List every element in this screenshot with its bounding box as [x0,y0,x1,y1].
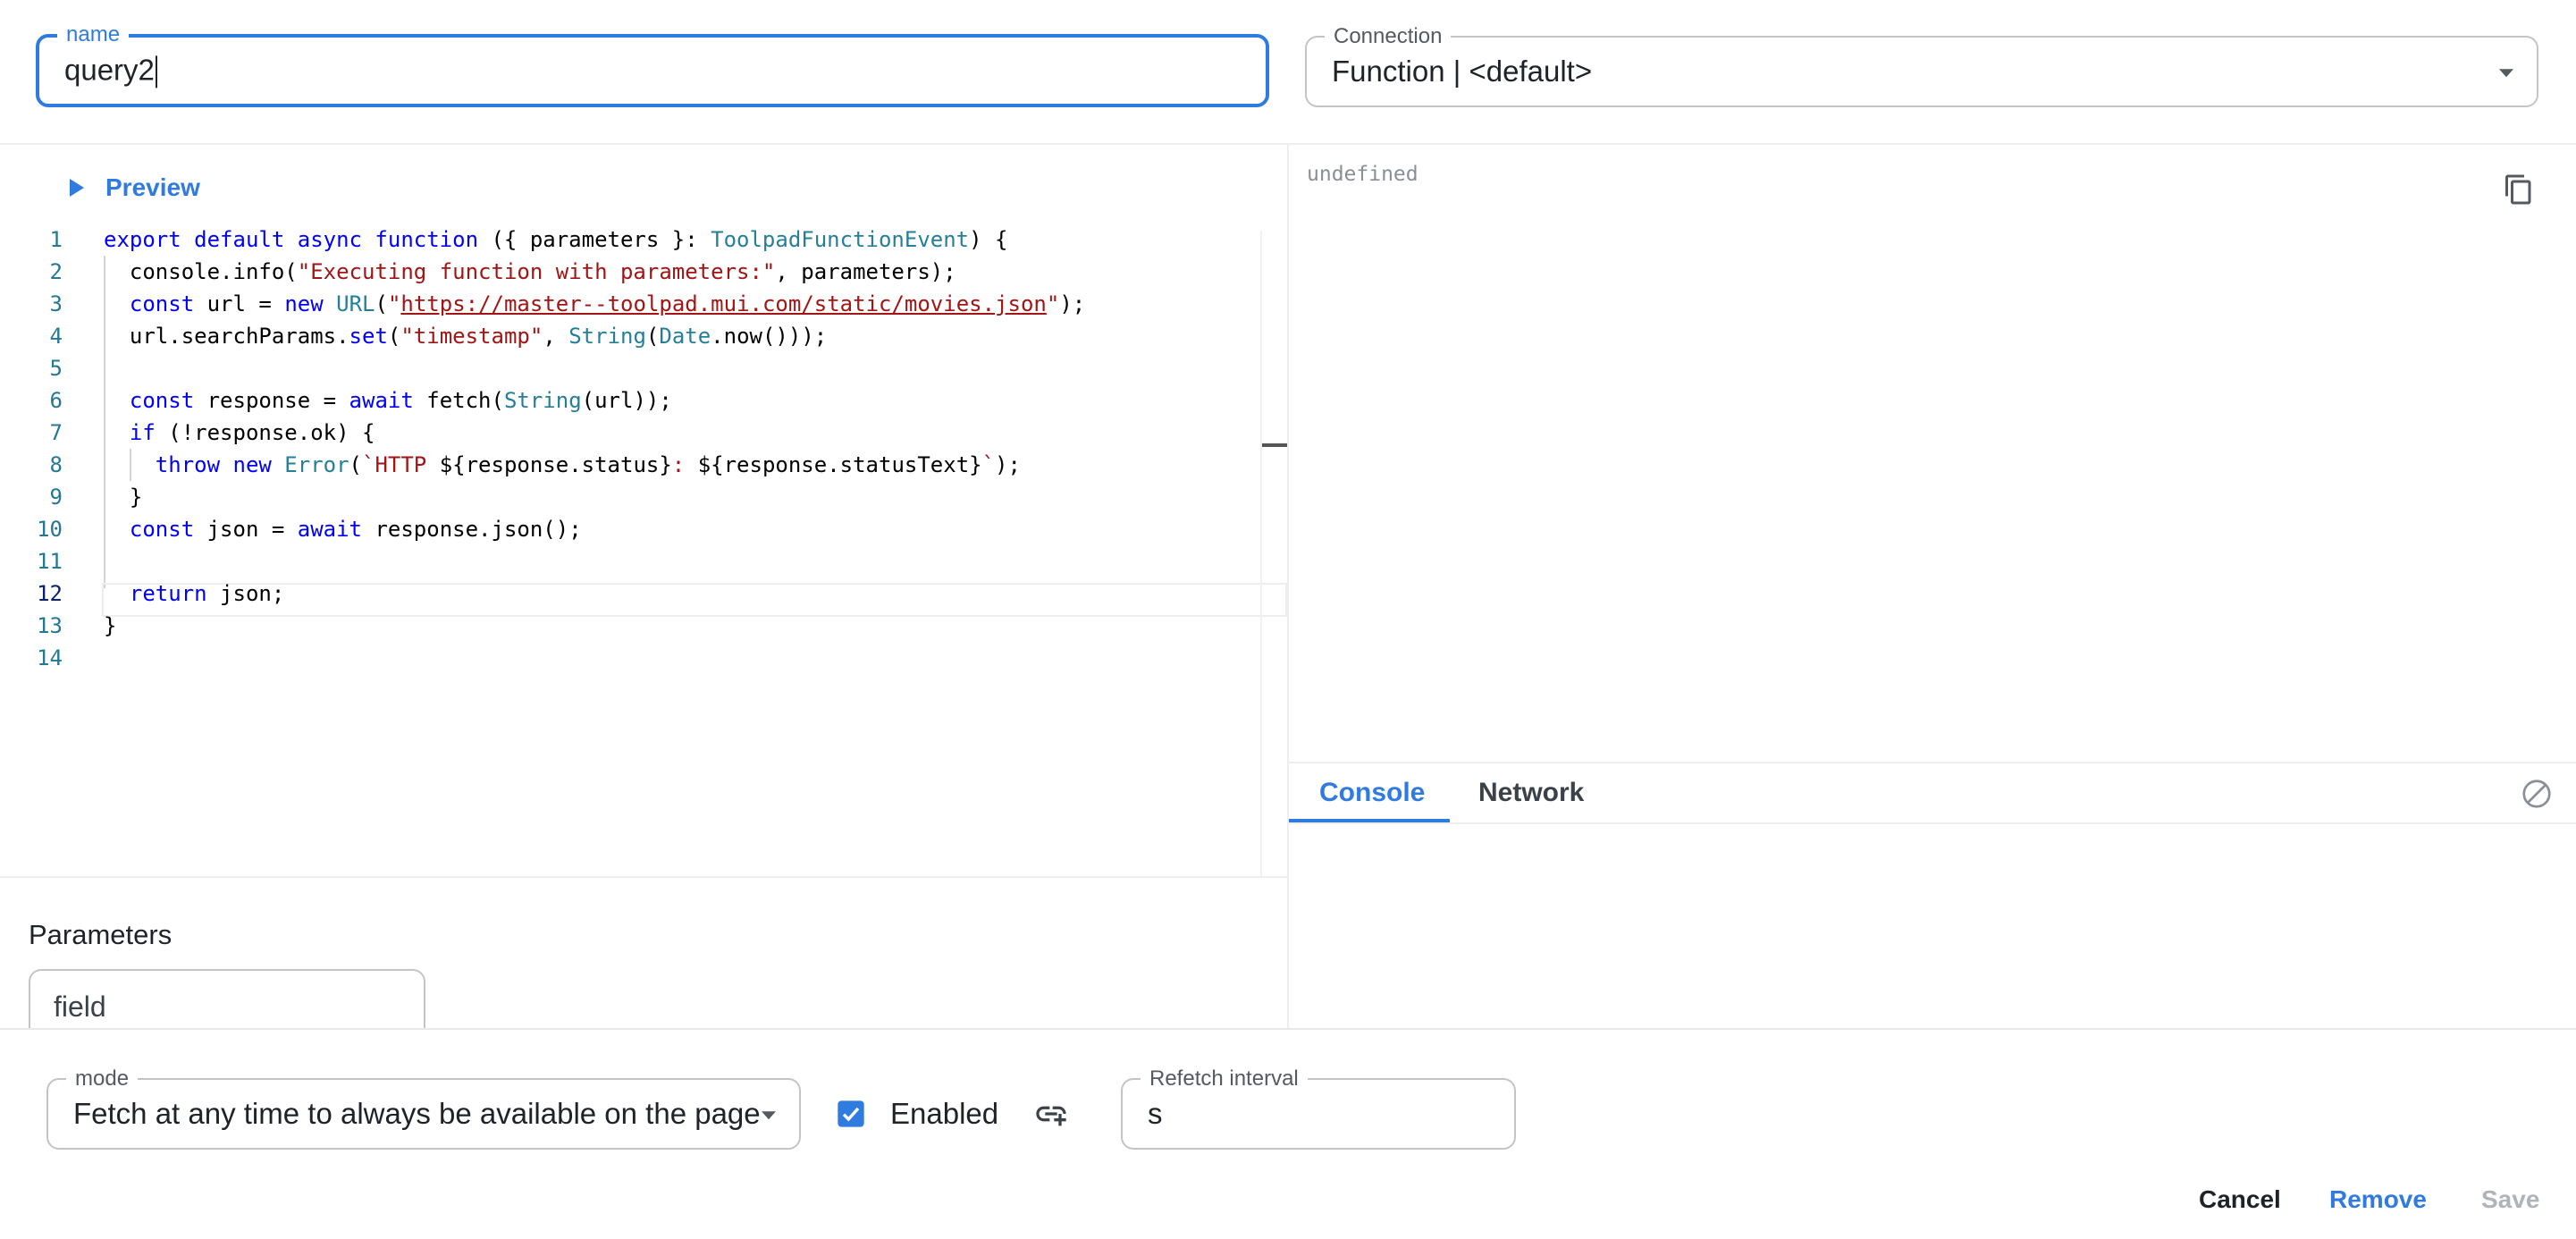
add-link-icon[interactable] [1033,1096,1069,1132]
line-number: 7 [49,420,63,445]
enabled-label: Enabled [890,1097,999,1130]
connection-select[interactable]: Connection Function | <default> [1305,23,2538,107]
refetch-interval-input[interactable]: Refetch interval s [1121,1066,1516,1150]
refetch-interval-value: s [1148,1097,1163,1130]
code-line: if (!response.ok) { [129,420,375,445]
code-editor[interactable]: 1 2 3 4 5 6 7 8 9 10 11 12 13 14 export default async… [0,223,1287,876]
line-number: 8 [49,452,63,477]
line-number: 12 [37,581,63,606]
checkbox-checked-icon[interactable] [837,1100,865,1128]
name-field-label: name [57,21,130,48]
code-line: const json = await response.json(); [129,517,582,542]
connection-field-label: Connection [1325,23,1452,50]
mode-field-label: mode [66,1066,139,1092]
code-line: } [104,485,143,510]
save-button[interactable]: Save [2481,1185,2539,1214]
line-number: 5 [49,356,63,381]
devtools-top-divider [1287,762,2576,763]
clear-console-icon[interactable] [2521,778,2553,810]
code-line: return json; [129,581,285,606]
tab-network[interactable]: Network [1478,778,1584,808]
line-number: 10 [37,517,63,542]
line-number: 2 [49,259,63,284]
remove-button[interactable]: Remove [2329,1185,2427,1214]
code-line: } [104,613,117,638]
chevron-down-icon [762,1111,776,1120]
devtools-tabs-divider [1287,822,2576,824]
parameter-field-label: field [54,990,106,1023]
line-number: 13 [37,613,63,638]
connection-field-value: Function | <default> [1332,55,1593,88]
copy-icon[interactable] [2503,172,2535,207]
line-number: 9 [49,485,63,510]
enabled-toggle[interactable]: Enabled [837,1096,998,1132]
expand-arrow-icon [70,179,84,197]
code-line: export default async function ({ paramet… [104,227,1008,252]
code-line: throw new Error(`HTTP ${response.status}… [155,452,1021,477]
output-value: undefined [1307,163,1418,186]
name-field-value: query2 [64,53,155,87]
minimap-slider[interactable] [1262,443,1287,447]
code-line: url.searchParams.set("timestamp", String… [104,324,828,349]
parameter-field[interactable]: field [29,969,425,1030]
preview-toggle[interactable]: Preview [68,172,200,204]
parameters-heading: Parameters [29,919,173,950]
code-line: console.info("Executing function with pa… [104,259,956,284]
editor-bottom-divider [0,876,1287,878]
footer-divider [0,1028,2576,1030]
name-field[interactable]: name query2 [36,21,1269,107]
mode-select[interactable]: mode Fetch at any time to always be avai… [46,1066,801,1150]
code-line: const url = new URL("https://master--too… [129,291,1086,316]
line-number: 14 [37,645,63,670]
chevron-down-icon [2499,69,2513,78]
preview-label: Preview [105,173,200,201]
line-number: 3 [49,291,63,316]
tab-console[interactable]: Console [1319,778,1425,808]
code-line: const response = await fetch(String(url)… [129,388,672,413]
cancel-button[interactable]: Cancel [2199,1185,2281,1214]
text-caret [155,55,157,88]
line-number: 11 [37,549,63,574]
line-number: 6 [49,388,63,413]
center-divider [1287,143,1289,1030]
minimap-track[interactable] [1260,231,1262,876]
mode-field-value: Fetch at any time to always be available… [73,1097,761,1130]
line-number: 1 [49,227,63,252]
line-number: 4 [49,324,63,349]
refetch-interval-label: Refetch interval [1141,1066,1308,1092]
